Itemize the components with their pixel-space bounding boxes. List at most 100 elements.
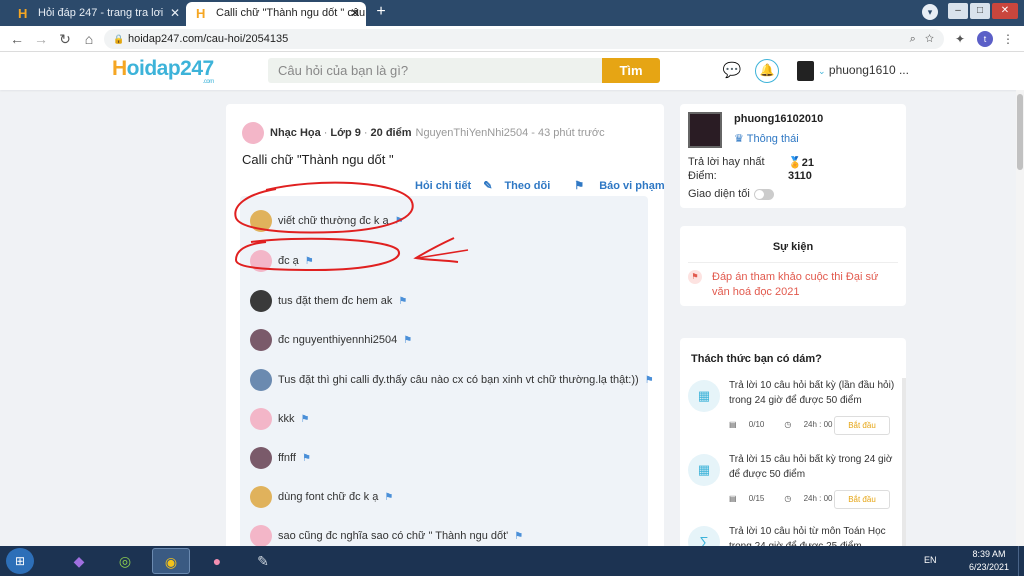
- points-label: 20 điểm: [370, 127, 412, 139]
- comments-list: viết chữ thường đc k ạ ⚑ đc ạ ⚑ tus đặt th…: [240, 196, 654, 576]
- site-header: Hoidap247 .com Câu hỏi của bạn là gì? Tìm…: [0, 52, 1024, 90]
- report-flag-icon[interactable]: ⚑: [301, 414, 310, 425]
- chrome-icon[interactable]: ◉: [152, 548, 190, 574]
- asker-avatar[interactable]: [242, 122, 264, 145]
- home-icon[interactable]: ⌂: [80, 30, 98, 48]
- taskbar: ⊞ ◆ ◎ ◉ ● ✎ EN 8:39 AM 6/23/2021: [0, 546, 1024, 576]
- search-button[interactable]: Tìm: [602, 58, 660, 83]
- new-tab-button[interactable]: +: [372, 3, 390, 21]
- comment-item: dùng font chữ đc k ạ ⚑: [250, 486, 393, 509]
- header-avatar[interactable]: [797, 61, 814, 81]
- page-scrollbar[interactable]: [1016, 90, 1024, 546]
- report-flag-icon[interactable]: ⚑: [398, 296, 407, 307]
- clock-icon: ◷: [784, 494, 792, 503]
- notification-bell-icon[interactable]: 🔔: [755, 59, 779, 83]
- commenter-avatar[interactable]: [250, 408, 272, 431]
- commenter-avatar[interactable]: [250, 447, 272, 470]
- points-value: 3110: [788, 170, 812, 182]
- user-avatar[interactable]: [688, 112, 722, 148]
- comment-item: tus đặt them đc hem ak ⚑: [250, 290, 407, 313]
- subject-label: Nhạc Họa: [270, 127, 321, 139]
- report-link[interactable]: ⚑ Báo vi phạm: [574, 180, 664, 192]
- report-flag-icon[interactable]: ⚑: [403, 335, 412, 346]
- paint-icon[interactable]: ●: [198, 548, 236, 574]
- language-indicator[interactable]: EN: [924, 555, 937, 565]
- url-field[interactable]: 🔒 hoidap247.com/cau-hoi/2054135 ⌕ ☆: [104, 29, 944, 49]
- forward-icon[interactable]: →: [32, 30, 50, 48]
- commenter-avatar[interactable]: [250, 486, 272, 509]
- close-tab-icon[interactable]: ✕: [170, 2, 180, 24]
- grade-label: Lớp 9: [330, 127, 361, 139]
- start-challenge-button[interactable]: Bắt đầu: [834, 416, 890, 435]
- profile-avatar[interactable]: t: [977, 31, 993, 47]
- menu-dots-icon[interactable]: ⋮: [1000, 31, 1016, 47]
- tab-search-icon[interactable]: ▾: [922, 4, 938, 20]
- comment-item: đc ạ ⚑: [250, 250, 314, 273]
- report-flag-icon[interactable]: ⚑: [645, 375, 654, 386]
- report-flag-icon[interactable]: ⚑: [384, 492, 393, 503]
- clock-time: 8:39 AM: [972, 549, 1006, 559]
- commenter-avatar[interactable]: [250, 369, 272, 392]
- report-flag-icon[interactable]: ⚑: [395, 216, 404, 227]
- challenge-item: ▦ Trả lời 15 câu hỏi bất kỳ trong 24 giờ…: [688, 452, 898, 524]
- chevron-down-icon: ⌄: [818, 66, 826, 76]
- challenge-item: ▦ Trả lời 10 câu hỏi bất kỳ (lần đầu hỏi…: [688, 378, 898, 450]
- clock[interactable]: 8:39 AM 6/23/2021: [964, 548, 1014, 574]
- maximize-button[interactable]: □: [970, 3, 990, 19]
- reload-icon[interactable]: ↻: [56, 30, 74, 48]
- report-flag-icon[interactable]: ⚑: [302, 453, 311, 464]
- author-label: NguyenThiYenNhi2504 - 43 phút trước: [415, 127, 605, 139]
- close-window-button[interactable]: ✕: [992, 3, 1018, 19]
- question-title: Calli chữ "Thành ngu dốt ": [242, 152, 394, 167]
- app-icon[interactable]: ◎: [106, 548, 144, 574]
- start-button[interactable]: ⊞: [6, 548, 34, 574]
- browser-tab-2[interactable]: H Calli chữ "Thành ngu dốt " câu hỏi ✕: [186, 2, 366, 26]
- minimize-button[interactable]: –: [948, 3, 968, 19]
- comment-item: viết chữ thường đc k ạ ⚑: [250, 210, 404, 233]
- detail-link[interactable]: Hỏi chi tiết: [415, 180, 471, 192]
- report-flag-icon[interactable]: ⚑: [305, 256, 314, 267]
- clock-icon: ◷: [784, 420, 792, 429]
- follow-link[interactable]: ✎ Theo dõi: [483, 180, 562, 192]
- event-card: Sự kiện ⚑ Đáp án tham khảo cuộc thi Đại …: [680, 226, 906, 306]
- user-status: ♛ Thông thái: [734, 133, 799, 145]
- zoom-icon[interactable]: ⌕: [910, 33, 916, 45]
- close-tab-icon[interactable]: ✕: [350, 2, 360, 24]
- visual-studio-icon[interactable]: ◆: [60, 548, 98, 574]
- task-icon: ▤: [729, 420, 737, 429]
- comment-item: sao cũng đc nghĩa sao có chữ " Thành ngu…: [250, 525, 523, 548]
- report-flag-icon[interactable]: ⚑: [514, 531, 523, 542]
- url-text: hoidap247.com/cau-hoi/2054135: [128, 33, 289, 45]
- header-username[interactable]: ⌄ phuong1610 ...: [818, 63, 909, 77]
- site-logo[interactable]: Hoidap247 .com: [112, 57, 214, 85]
- extensions-icon[interactable]: ✦: [952, 31, 968, 47]
- show-desktop-button[interactable]: [1018, 546, 1024, 576]
- messages-icon[interactable]: 💬: [722, 61, 742, 81]
- user-card: phuong16102010 ♛ Thông thái Trả lời hay …: [680, 104, 906, 208]
- event-flag-icon: ⚑: [688, 270, 702, 284]
- back-icon[interactable]: ←: [8, 30, 26, 48]
- browser-tab-1[interactable]: H Hỏi đáp 247 - trang tra lơi ✕: [8, 2, 186, 26]
- user-name[interactable]: phuong16102010: [734, 113, 823, 125]
- grid-icon: ▦: [688, 380, 720, 412]
- commenter-avatar[interactable]: [250, 290, 272, 313]
- flag-icon: ⚑: [574, 180, 585, 192]
- comment-item: Tus đặt thì ghi calli đy.thấy câu nào cx…: [250, 369, 654, 392]
- bookmark-star-icon[interactable]: ☆: [925, 33, 934, 45]
- commenter-avatar[interactable]: [250, 525, 272, 548]
- search-input[interactable]: Câu hỏi của bạn là gì?: [268, 58, 602, 83]
- tab-title: Hỏi đáp 247 - trang tra lơi: [38, 7, 164, 19]
- commenter-avatar[interactable]: [250, 210, 272, 233]
- commenter-avatar[interactable]: [250, 329, 272, 352]
- dark-mode-toggle[interactable]: [753, 188, 774, 200]
- paint-palette-icon[interactable]: ✎: [244, 548, 282, 574]
- commenter-avatar[interactable]: [250, 250, 272, 273]
- divider: [688, 262, 898, 263]
- dark-mode-row: Giao diện tối: [688, 188, 774, 200]
- event-link[interactable]: Đáp án tham khảo cuộc thi Đại sứ văn hoá…: [712, 270, 898, 300]
- grid-icon: ▦: [688, 454, 720, 486]
- scrollbar-thumb[interactable]: [1017, 94, 1023, 170]
- start-challenge-button[interactable]: Bắt đầu: [834, 490, 890, 509]
- lock-icon: 🔒: [113, 34, 125, 44]
- hoidap-favicon-icon: H: [18, 6, 28, 21]
